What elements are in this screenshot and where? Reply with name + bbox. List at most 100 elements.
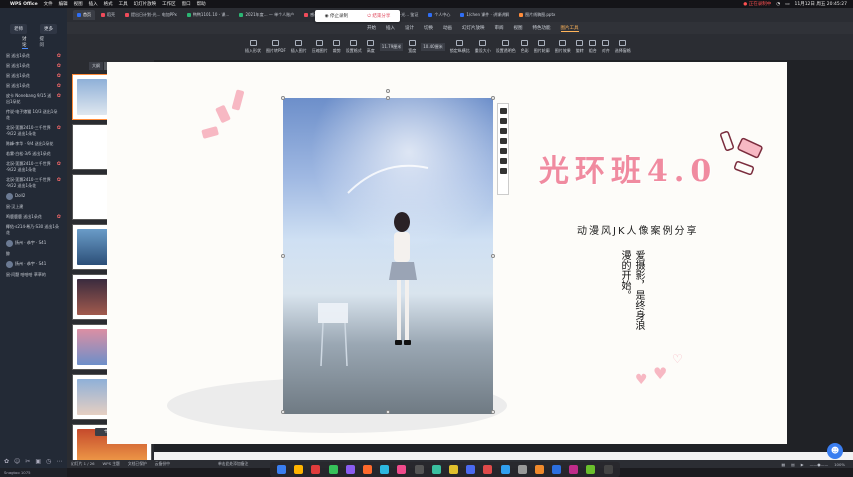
ribbon-button[interactable]: 组合	[589, 40, 597, 54]
chat-message[interactable]: 鼠·汉上建	[0, 202, 67, 212]
chat-message[interactable]: 北溟·莲灏2410·三千世界·9/22 送出1朵花 ✿	[0, 123, 67, 139]
dock-app-icon[interactable]	[517, 465, 527, 474]
emoji-icon[interactable]: ☺	[14, 458, 20, 465]
help-chat-icon[interactable]: ☻	[827, 443, 843, 459]
play-icon[interactable]: ▶	[801, 462, 804, 467]
document-tab[interactable]: 个人中心	[424, 10, 454, 20]
chat-message[interactable]: 传说·电子娘猫 10/3 送出1朵花	[0, 107, 67, 123]
notes-placeholder[interactable]: 单击此处添加备注	[218, 461, 248, 467]
chat-message[interactable]: 皮卡 Nonebang 9/15 送出1朵花 ✿	[0, 91, 67, 107]
ribbon-tab[interactable]: 视图	[514, 25, 523, 31]
document-tab[interactable]: 提出日计划-光… 电加PPx	[121, 10, 181, 20]
chat-message[interactable]: 扬州 · 恭宇 · S41	[0, 238, 67, 249]
dock-app-icon[interactable]	[328, 465, 338, 474]
dock-app-icon[interactable]	[380, 465, 390, 474]
ribbon-tab[interactable]: 图片工具	[560, 25, 579, 32]
ribbon-button[interactable]: 插入形状	[245, 40, 261, 54]
crop-icon[interactable]	[499, 108, 507, 114]
menu-help[interactable]: 帮助	[197, 1, 206, 7]
dock-app-icon[interactable]	[363, 465, 373, 474]
scissors-icon[interactable]: ✂	[25, 458, 30, 465]
chat-message[interactable]: 鼠 送出1朵花 ✿	[0, 51, 67, 61]
resize-handle-b[interactable]	[386, 410, 390, 414]
dock-app-icon[interactable]	[500, 465, 510, 474]
ribbon-button[interactable]: 选择窗格	[615, 40, 631, 54]
ribbon-button[interactable]: 锁定纵横比	[450, 40, 470, 54]
slide-subtitle[interactable]: 动漫风JK人像案例分享	[577, 222, 699, 237]
chat-message[interactable]: 若雾·白松·3/6 送出1朵花	[0, 149, 67, 159]
ribbon-tab[interactable]: 插入	[386, 25, 395, 31]
border-icon[interactable]	[499, 148, 507, 154]
ribbon-button[interactable]: 压缩图片	[312, 40, 328, 54]
ribbon-button[interactable]: 裁剪	[333, 40, 341, 54]
layout-icon[interactable]	[499, 128, 507, 134]
dock-app-icon[interactable]	[534, 465, 544, 474]
dock-app-icon[interactable]	[586, 465, 596, 474]
menu-edit[interactable]: 编辑	[59, 1, 68, 7]
ribbon-button[interactable]: 插入图片	[291, 40, 307, 54]
selected-photo[interactable]	[281, 89, 495, 414]
avatar[interactable]	[6, 240, 13, 247]
menu-tools[interactable]: 工具	[119, 1, 128, 7]
zoom-slider[interactable]: ——●——	[810, 462, 829, 467]
backup-status[interactable]: 云备份中	[155, 461, 170, 467]
resize-handle-br[interactable]	[491, 410, 495, 414]
flower-icon[interactable]: ✿	[4, 458, 9, 465]
menu-file[interactable]: 文件	[44, 1, 53, 7]
menu-insert[interactable]: 插入	[89, 1, 98, 7]
view-sorter-icon[interactable]: ▤	[791, 462, 795, 467]
history-icon[interactable]: ◷	[46, 458, 51, 465]
document-tab[interactable]: 2021年度… — 单个人账户	[235, 10, 298, 20]
protect-status[interactable]: 文档已保护	[128, 461, 147, 467]
outline-tab[interactable]: 大纲	[89, 62, 103, 70]
document-tab[interactable]: 稻壳	[97, 10, 119, 20]
ribbon-button[interactable]: 重设大小	[475, 40, 491, 54]
theme-label[interactable]: WPS 主题	[103, 461, 120, 467]
dock-app-icon[interactable]	[311, 465, 321, 474]
chat-message[interactable]: 鼠 送出1朵花 ✿	[0, 71, 67, 81]
zoom-level[interactable]: 100%	[834, 462, 845, 467]
document-tab[interactable]: 图片线稿图.pptx	[515, 10, 559, 20]
wifi-icon[interactable]: ◔	[776, 2, 780, 7]
menu-window[interactable]: 窗口	[182, 1, 191, 7]
menu-format[interactable]: 格式	[104, 1, 113, 7]
document-tab[interactable]: 1/chen 课件 · 讲课讲解	[456, 10, 513, 20]
ribbon-tab[interactable]: 动画	[443, 25, 452, 31]
dock-app-icon[interactable]	[277, 465, 287, 474]
view-normal-icon[interactable]: ▦	[782, 462, 786, 467]
slide-vertical-text-1[interactable]: 爱摄影，是终身浪	[633, 250, 644, 330]
chat-message[interactable]: 北溟·莲灏2410·三千世界·9/22 送出1朵花 ✿	[0, 175, 67, 191]
ribbon-button[interactable]: 图片效果	[555, 40, 571, 54]
chat-message[interactable]: 鸣鹿鹿鹿 送出1朵花 ✿	[0, 212, 67, 222]
slide-title[interactable]: 光环班4.0	[539, 146, 717, 190]
menu-slideshow[interactable]: 幻灯片放映	[134, 1, 157, 7]
zoom-app-label[interactable]: Snagtoo 1075	[0, 468, 67, 477]
effect-icon[interactable]	[499, 158, 507, 164]
avatar[interactable]	[6, 193, 13, 200]
resize-handle-tr[interactable]	[491, 96, 495, 100]
dock-app-icon[interactable]	[466, 465, 476, 474]
resize-handle-l[interactable]	[281, 254, 285, 258]
document-tab[interactable]: 鸭鸭1101.10 - 课…	[183, 10, 234, 20]
resize-handle-r[interactable]	[491, 254, 495, 258]
dock-app-icon[interactable]	[552, 465, 562, 474]
height-input[interactable]: 11.79厘米	[379, 43, 404, 51]
ribbon-button[interactable]: 设置透明色	[496, 40, 516, 54]
dock-app-icon[interactable]	[431, 465, 441, 474]
ribbon-tab[interactable]: 开始	[367, 25, 376, 31]
dock-app-icon[interactable]	[603, 465, 613, 474]
image-icon[interactable]: ▣	[35, 458, 41, 465]
menu-workspace[interactable]: 工作区	[162, 1, 176, 7]
chat-tab-more[interactable]: 更多	[40, 24, 57, 34]
recording-indicator[interactable]: ● 正在录制中	[743, 1, 771, 7]
ribbon-button[interactable]: 图片轮廓	[534, 40, 550, 54]
ribbon-button[interactable]: 旋转	[576, 40, 584, 54]
dock-app-icon[interactable]	[414, 465, 424, 474]
chat-message[interactable]: 鼠·问题 哈哈哈 草草的	[0, 270, 67, 280]
dock-app-icon[interactable]	[294, 465, 304, 474]
dock-app-icon[interactable]	[569, 465, 579, 474]
chat-message[interactable]: 北溟·莲灏2410·三千世界·9/22 送出1朵花 ✿	[0, 159, 67, 175]
app-name[interactable]: WPS Office	[10, 2, 38, 7]
chat-message[interactable]: 鼠 送出1朵花 ✿	[0, 81, 67, 91]
dock-app-icon[interactable]	[397, 465, 407, 474]
